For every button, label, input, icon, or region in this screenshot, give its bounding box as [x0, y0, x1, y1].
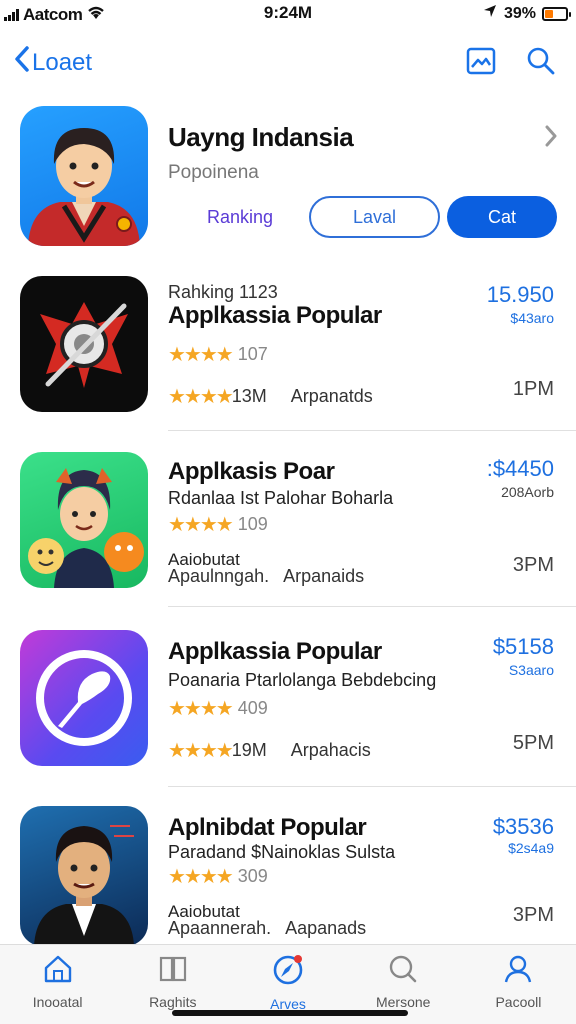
app-list-item[interactable]: Aplnibdat Popular Paradand $Nainoklas Su… [0, 806, 576, 946]
person-icon [502, 953, 534, 988]
tab-pacooll[interactable]: Pacooll [461, 945, 576, 1024]
back-label: Loaet [32, 48, 93, 76]
tab-label: Inooatal [32, 994, 83, 1010]
ranking-tab[interactable]: Ranking [180, 196, 300, 238]
app-description: Poanaria Ptarlolanga Bebdebcing [168, 670, 437, 690]
app-icon [20, 276, 148, 412]
rating-count: 107 [237, 344, 268, 364]
star-rating-icon: ★★★★ [168, 344, 234, 366]
home-icon [42, 953, 74, 988]
app-icon [20, 806, 148, 946]
app-list-item[interactable]: Rahking 1123 Applkassia Popular ★★★★ 107… [0, 276, 576, 428]
app-category: Arpanatds [290, 386, 373, 406]
nav-actions [466, 46, 556, 76]
featured-header: Uayng Indansia Popoinena Ranking Laval C… [0, 104, 576, 254]
rating-count: 309 [237, 866, 268, 886]
price-button[interactable]: $3536 [493, 814, 554, 840]
app-meta: Apaannerah. Aapanads [168, 918, 366, 939]
featured-title: Uayng Indansia [168, 122, 354, 152]
star-rating-icon: ★★★★ [168, 866, 234, 888]
sub-price: S3aaro [508, 662, 554, 678]
sub-price: 208Aorb [501, 484, 554, 500]
app-icon [20, 630, 148, 766]
rating-secondary: ★★★★ 13M Arpanatds [168, 384, 373, 409]
divider [168, 606, 576, 607]
rating: ★★★★ 107 [168, 342, 268, 367]
price-button[interactable]: $5158 [493, 634, 554, 660]
app-category: Aapanads [285, 918, 367, 938]
update-time: 1PM [512, 378, 554, 400]
back-button[interactable]: Loaet [14, 46, 92, 79]
tab-bar: Inooatal Raghits Arves Mersone Pacooll [0, 944, 576, 1024]
rating: ★★★★ 409 [168, 696, 268, 721]
navigation-bar: Loaet [0, 40, 576, 90]
search-icon [387, 953, 419, 988]
app-name: Applkassia Popular [168, 302, 382, 329]
app-name: Applkasis Poar [168, 458, 335, 485]
status-bar: Aatcom 9:24M 39% [0, 0, 576, 26]
sub-price: $43aro [510, 310, 554, 326]
rating-count: 109 [237, 514, 268, 534]
location-icon [482, 3, 498, 24]
update-time: 3PM [512, 904, 554, 926]
app-meta-line2: Apaannerah. [168, 918, 272, 938]
app-name: Applkassia Popular [168, 638, 382, 665]
sub-price: $2s4a9 [508, 840, 554, 856]
update-time: 5PM [512, 732, 554, 754]
tab-home[interactable]: Inooatal [0, 945, 115, 1024]
app-name: Aplnibdat Popular [168, 814, 367, 841]
app-list-item[interactable]: Applkassia Popular Poanaria Ptarlolanga … [0, 630, 576, 780]
star-rating-icon: ★★★★ [168, 698, 234, 720]
rating: ★★★★ 109 [168, 512, 268, 537]
divider [168, 786, 576, 787]
compass-icon [271, 953, 305, 990]
chevron-right-icon[interactable] [544, 124, 558, 153]
app-category: Arpahacis [290, 740, 371, 760]
price-button[interactable]: 15.950 [487, 282, 554, 308]
divider [168, 430, 576, 431]
app-category: Arpanaids [283, 566, 365, 586]
app-list-item[interactable]: Applkasis Poar Rdanlaa Ist Palohar Bohar… [0, 452, 576, 602]
search-icon[interactable] [526, 46, 556, 76]
download-count: 13M [231, 386, 267, 406]
tab-label: Mersone [375, 994, 431, 1010]
app-description: Paradand $Nainoklas Sulsta [168, 842, 396, 862]
tab-label: Raghits [149, 994, 197, 1010]
cat-button[interactable]: Cat [447, 196, 557, 238]
battery-icon [542, 6, 571, 21]
battery-percent: 39% [503, 4, 536, 22]
download-count: 19M [231, 740, 267, 760]
app-icon [20, 452, 148, 588]
update-time: 3PM [512, 554, 554, 576]
tab-label: Pacooll [495, 994, 542, 1010]
app-description: Rdanlaa Ist Palohar Boharla [168, 488, 394, 508]
status-right: 39% [482, 3, 571, 24]
price-button[interactable]: :$4450 [487, 456, 554, 482]
featured-app-icon[interactable] [20, 106, 148, 246]
image-icon[interactable] [466, 47, 496, 75]
home-indicator [172, 1010, 408, 1016]
app-store-screen: Aatcom 9:24M 39% Loaet Uayng Indansia Po… [0, 0, 576, 1024]
rating-secondary: ★★★★ 19M Arpahacis [168, 738, 371, 763]
star-rating-icon: ★★★★ [168, 514, 234, 536]
star-rating-icon: ★★★★ [168, 740, 234, 762]
featured-subtitle: Popoinena [168, 162, 259, 183]
rating: ★★★★ 309 [168, 864, 268, 889]
app-meta: Apaulnngah. Arpanaids [168, 566, 364, 587]
rating-count: 409 [237, 698, 268, 718]
book-icon [157, 953, 189, 988]
laval-button[interactable]: Laval [309, 196, 440, 238]
star-rating-icon: ★★★★ [168, 386, 234, 408]
app-meta-line2: Apaulnngah. [168, 566, 270, 586]
ranking-label: Rahking 1123 [168, 282, 278, 302]
chevron-left-icon [14, 46, 30, 79]
